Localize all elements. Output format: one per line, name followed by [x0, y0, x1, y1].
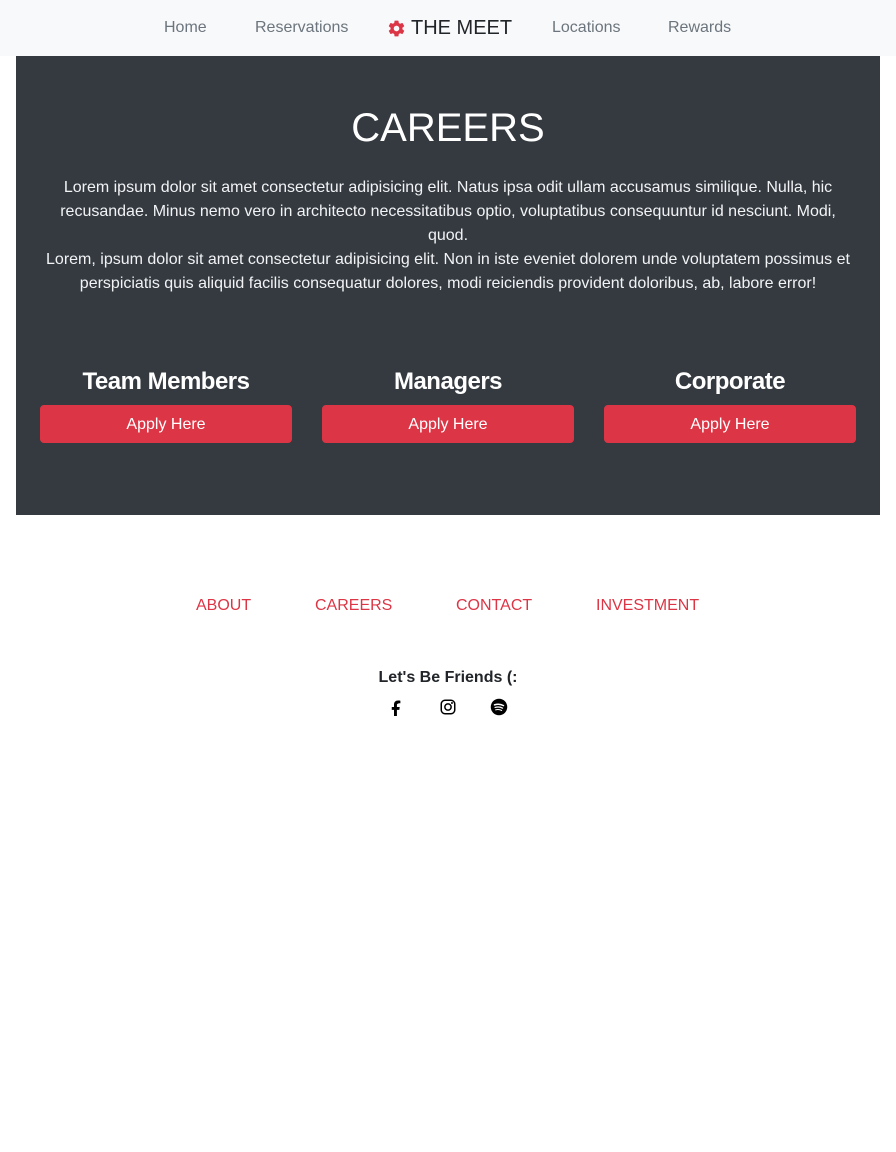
role-title: Corporate [674, 368, 786, 395]
spotify-icon [490, 698, 508, 716]
gear-icon [388, 20, 405, 36]
careers-paragraph-2: Lorem, ipsum dolor sit amet consectetur … [46, 251, 850, 292]
page-title: CAREERS [351, 106, 545, 150]
apply-button-team-members[interactable]: Apply Here [40, 405, 292, 443]
role-card-corporate: Corporate Apply Here [604, 365, 856, 443]
social-heading: Let's Be Friends (: [378, 669, 518, 686]
careers-section: CAREERS Lorem ipsum dolor sit amet conse… [16, 56, 880, 515]
nav-link-home[interactable]: Home [164, 0, 207, 56]
brand-logo[interactable]: THE MEET [387, 0, 512, 56]
spotify-link[interactable] [490, 698, 508, 716]
role-title: Team Members [82, 368, 250, 395]
role-card-managers: Managers Apply Here [322, 365, 574, 443]
apply-button-managers[interactable]: Apply Here [322, 405, 574, 443]
instagram-link[interactable] [439, 698, 457, 716]
facebook-icon [391, 700, 401, 716]
footer-link-about[interactable]: ABOUT [196, 596, 251, 616]
role-card-team-members: Team Members Apply Here [40, 365, 292, 443]
footer-link-contact[interactable]: CONTACT [456, 596, 532, 616]
nav-link-reservations[interactable]: Reservations [255, 0, 348, 56]
nav-link-locations[interactable]: Locations [552, 0, 621, 56]
brand-name: THE MEET [411, 17, 513, 39]
role-title: Managers [393, 368, 503, 395]
navbar: Home Reservations THE MEET Locations Rew… [0, 0, 896, 56]
footer-link-careers[interactable]: CAREERS [315, 596, 392, 616]
facebook-link[interactable] [388, 698, 406, 716]
instagram-icon [440, 699, 456, 715]
footer-link-investment[interactable]: INVESTMENT [596, 596, 699, 616]
nav-link-rewards[interactable]: Rewards [668, 0, 731, 56]
careers-description: Lorem ipsum dolor sit amet consectetur a… [40, 176, 856, 296]
careers-paragraph-1: Lorem ipsum dolor sit amet consectetur a… [60, 179, 836, 244]
apply-button-corporate[interactable]: Apply Here [604, 405, 856, 443]
